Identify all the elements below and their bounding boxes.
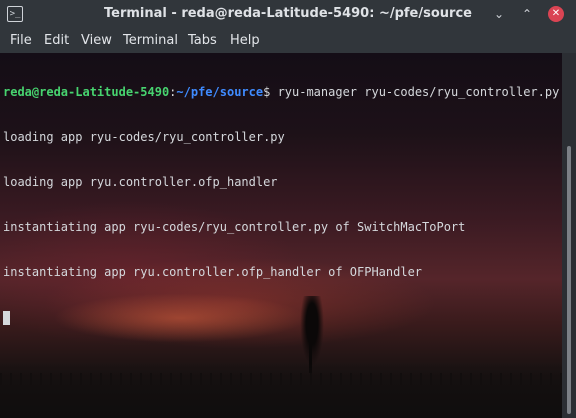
prompt-path: ~/pfe/source — [176, 85, 264, 99]
output-line: loading app ryu-codes/ryu_controller.py — [3, 130, 285, 144]
cursor-line — [3, 310, 562, 325]
menu-edit[interactable]: Edit — [44, 33, 69, 48]
minimize-button[interactable]: ⌄ — [491, 6, 507, 22]
scrollbar-thumb[interactable] — [567, 146, 571, 414]
terminal-window: >_ Terminal - reda@reda-Latitude-5490: ~… — [0, 0, 576, 418]
background-horizon — [0, 363, 562, 418]
prompt-user-host: reda@reda-Latitude-5490 — [3, 85, 170, 99]
output-line: instantiating app ryu-codes/ryu_controll… — [3, 220, 466, 234]
menu-bar: File Edit View Terminal Tabs Help — [0, 29, 576, 54]
menu-view[interactable]: View — [81, 33, 112, 48]
maximize-button[interactable]: ⌃ — [519, 6, 535, 22]
close-button[interactable]: ✕ — [548, 6, 564, 22]
title-bar[interactable]: >_ Terminal - reda@reda-Latitude-5490: ~… — [0, 0, 576, 29]
vertical-scrollbar[interactable] — [562, 53, 576, 418]
prompt-line: reda@reda-Latitude-5490:~/pfe/source$ ry… — [3, 85, 562, 100]
menu-tabs[interactable]: Tabs — [188, 33, 217, 48]
output-line: instantiating app ryu.controller.ofp_han… — [3, 265, 423, 279]
menu-help[interactable]: Help — [230, 33, 260, 48]
window-title: Terminal - reda@reda-Latitude-5490: ~/pf… — [104, 6, 472, 21]
output-line: loading app ryu.controller.ofp_handler — [3, 175, 278, 189]
terminal-output: reda@reda-Latitude-5490:~/pfe/source$ ry… — [3, 55, 562, 355]
terminal-area[interactable]: reda@reda-Latitude-5490:~/pfe/source$ ry… — [0, 53, 562, 418]
menu-terminal[interactable]: Terminal — [123, 33, 178, 48]
chevron-up-icon: ⌃ — [521, 7, 533, 21]
menu-file[interactable]: File — [10, 33, 32, 48]
prompt-symbol: $ — [263, 85, 278, 99]
prompt-command: ryu-manager ryu-codes/ryu_controller.py — [277, 85, 560, 99]
text-cursor — [3, 311, 10, 325]
close-icon: ✕ — [551, 8, 561, 19]
chevron-down-icon: ⌄ — [493, 7, 505, 21]
